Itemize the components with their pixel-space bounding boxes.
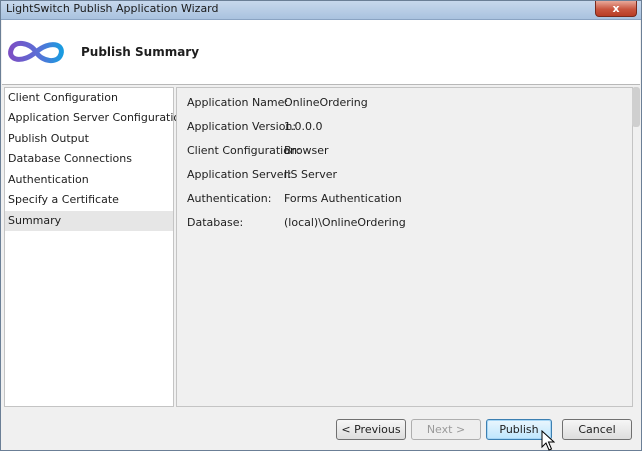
page-title: Publish Summary <box>81 45 200 59</box>
infinity-logo-icon <box>8 41 64 63</box>
nav-item-database-connections[interactable]: Database Connections <box>5 149 173 169</box>
nav-item-authentication[interactable]: Authentication <box>5 170 173 190</box>
window-title: LightSwitch Publish Application Wizard <box>6 2 219 15</box>
title-bar[interactable]: LightSwitch Publish Application Wizard x <box>1 1 641 20</box>
scrollbar[interactable] <box>632 87 640 127</box>
nav-item-specify-certificate[interactable]: Specify a Certificate <box>5 190 173 210</box>
nav-item-client-configuration[interactable]: Client Configuration <box>5 88 173 108</box>
previous-button[interactable]: < Previous <box>336 419 406 440</box>
summary-value: Browser <box>284 144 329 157</box>
nav-item-publish-output[interactable]: Publish Output <box>5 129 173 149</box>
summary-value: Forms Authentication <box>284 192 402 205</box>
close-icon: x <box>612 2 620 15</box>
wizard-steps-nav: Client Configuration Application Server … <box>4 87 187 407</box>
summary-value: IIS Server <box>284 168 338 181</box>
summary-value: (local)\OnlineOrdering <box>284 216 406 229</box>
summary-label: Database: <box>187 216 244 229</box>
summary-label: Application Name: <box>187 96 289 109</box>
close-button[interactable]: x <box>595 1 637 17</box>
summary-value: OnlineOrdering <box>284 96 368 109</box>
summary-label: Application Version: <box>187 120 297 133</box>
cancel-button[interactable]: Cancel <box>562 419 632 440</box>
summary-label: Authentication: <box>187 192 272 205</box>
wizard-window: LightSwitch Publish Application Wizard x… <box>0 0 642 451</box>
mouse-pointer-icon <box>541 430 555 451</box>
summary-value: 1.0.0.0 <box>284 120 323 133</box>
nav-item-summary[interactable]: Summary <box>5 211 173 231</box>
wizard-header: Publish Summary <box>2 20 640 85</box>
summary-panel: Application Name: OnlineOrdering Applica… <box>176 87 633 407</box>
nav-item-application-server-configuration[interactable]: Application Server Configuration <box>5 108 187 128</box>
next-button: Next > <box>411 419 481 440</box>
summary-label: Application Server: <box>187 168 292 181</box>
